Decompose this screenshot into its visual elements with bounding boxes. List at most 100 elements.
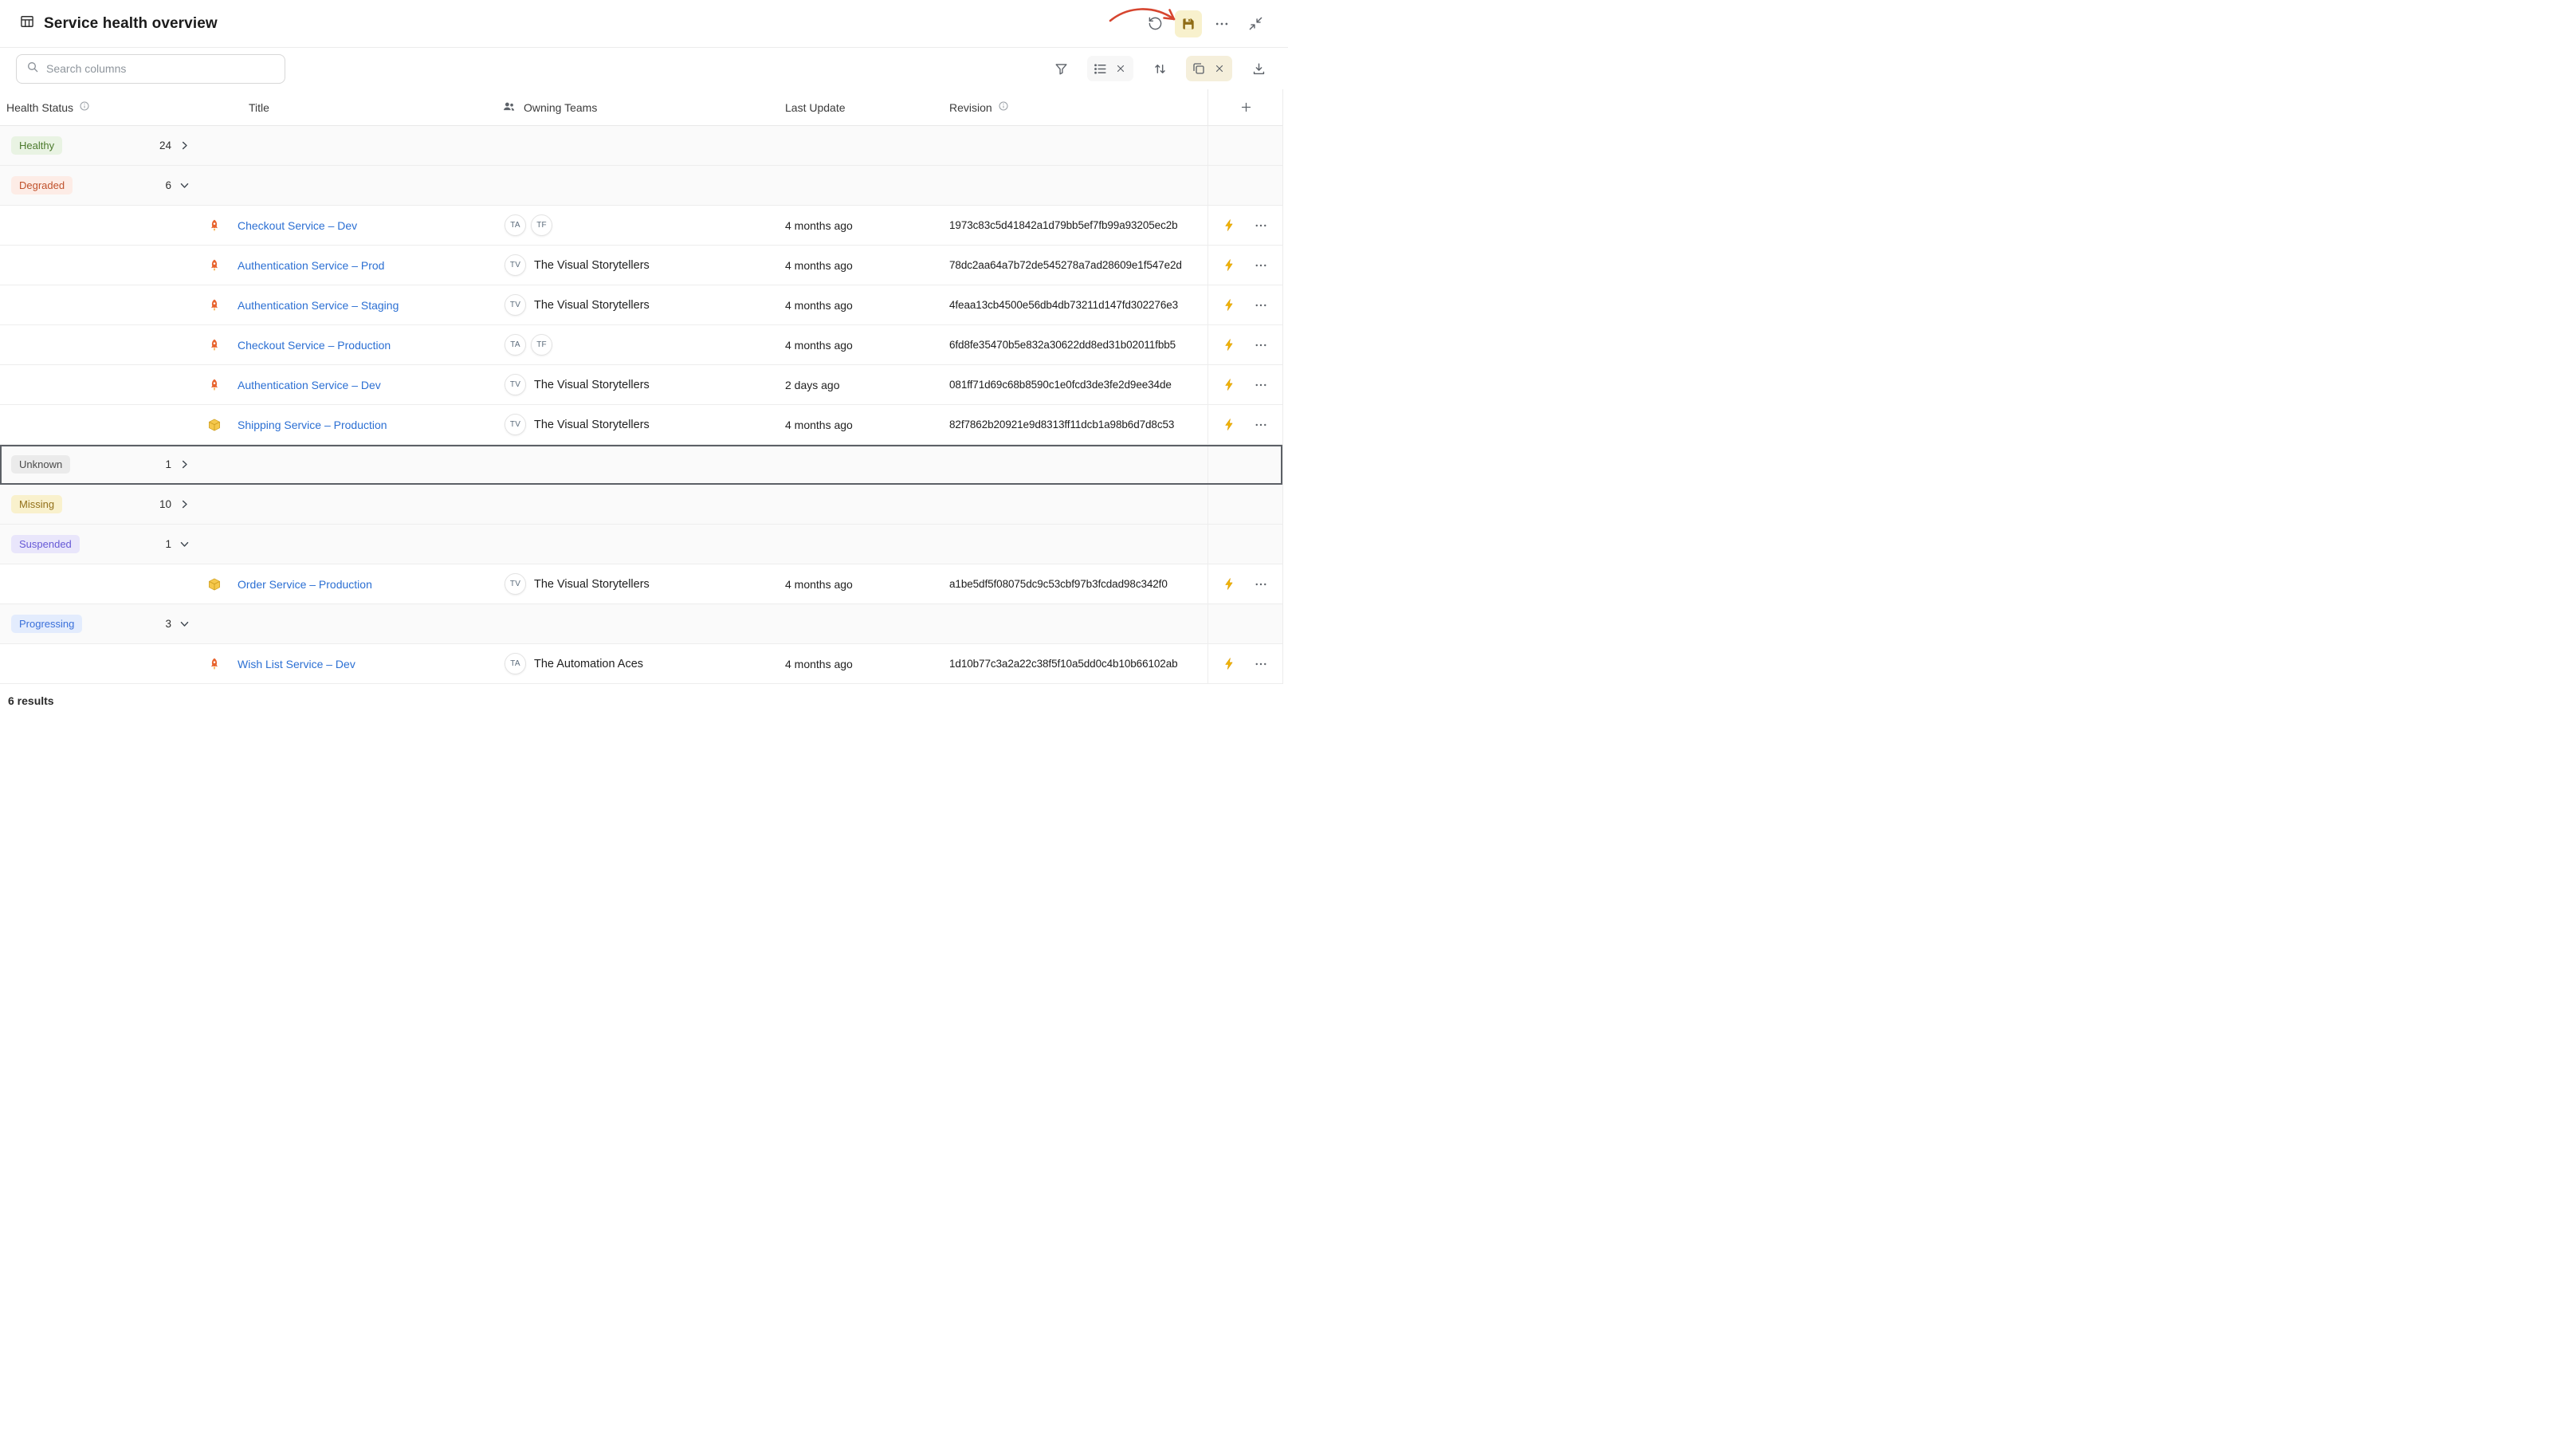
entity-link[interactable]: Checkout Service – Production	[238, 339, 391, 352]
collapse-button[interactable]	[1242, 10, 1269, 37]
undo-button[interactable]	[1141, 10, 1168, 37]
results-footer: 6 results	[0, 684, 1288, 718]
info-icon[interactable]	[998, 100, 1009, 114]
title-cell	[201, 485, 493, 524]
run-action-icon[interactable]	[1223, 378, 1236, 391]
last-update: 4 months ago	[785, 339, 853, 352]
title-cell: Order Service – Production	[201, 564, 493, 603]
row-menu-icon[interactable]	[1254, 338, 1268, 352]
row-menu-icon[interactable]	[1254, 577, 1268, 592]
group-count: 1	[165, 538, 171, 550]
avatar: TV	[505, 294, 526, 316]
table-row[interactable]: Checkout Service – Production TATF 4 mon…	[0, 325, 1282, 365]
owning-teams-cell	[493, 604, 780, 643]
run-action-icon[interactable]	[1223, 577, 1236, 591]
avatar: TA	[505, 214, 526, 236]
app: Service health overview	[0, 0, 1288, 718]
owning-teams-cell: TV The Visual Storytellers	[493, 246, 780, 285]
table-row[interactable]: Authentication Service – Staging TV The …	[0, 285, 1282, 325]
row-menu-icon[interactable]	[1254, 218, 1268, 233]
last-update: 4 months ago	[785, 299, 853, 312]
health-status-cell	[0, 564, 201, 603]
row-menu-icon[interactable]	[1254, 378, 1268, 392]
add-column-button[interactable]	[1208, 89, 1283, 125]
run-action-icon[interactable]	[1223, 218, 1236, 232]
table-row[interactable]: Checkout Service – Dev TATF 4 months ago…	[0, 206, 1282, 246]
last-update-cell: 4 months ago	[780, 206, 944, 245]
entity-link[interactable]: Authentication Service – Prod	[238, 259, 384, 272]
health-status-cell: Missing 10	[0, 485, 201, 524]
entity-link[interactable]: Checkout Service – Dev	[238, 219, 357, 232]
entity-link[interactable]: Order Service – Production	[238, 578, 372, 591]
info-icon[interactable]	[79, 100, 90, 114]
run-action-icon[interactable]	[1223, 657, 1236, 670]
owning-teams-cell: TV The Visual Storytellers	[493, 285, 780, 324]
app-header: Service health overview	[0, 0, 1288, 48]
row-menu-icon[interactable]	[1254, 298, 1268, 313]
revision-cell	[944, 445, 1208, 484]
group-row[interactable]: Missing 10	[0, 485, 1282, 525]
title-cell: Shipping Service – Production	[201, 405, 493, 444]
run-action-icon[interactable]	[1223, 338, 1236, 352]
chevron-icon[interactable]	[179, 458, 190, 470]
run-action-icon[interactable]	[1223, 258, 1236, 272]
save-button[interactable]	[1175, 10, 1202, 37]
group-by-button[interactable]	[1090, 57, 1110, 81]
column-header-revision[interactable]: Revision	[944, 100, 1208, 114]
last-update-cell: 4 months ago	[780, 564, 944, 603]
owning-teams-cell: TV The Visual Storytellers	[493, 365, 780, 404]
entity-link[interactable]: Wish List Service – Dev	[238, 658, 355, 670]
team-name: The Visual Storytellers	[534, 419, 650, 431]
group-row[interactable]: Degraded 6	[0, 166, 1282, 206]
table-row[interactable]: Authentication Service – Dev TV The Visu…	[0, 365, 1282, 405]
entity-link[interactable]: Authentication Service – Dev	[238, 379, 381, 391]
column-header-title[interactable]: Title	[201, 101, 493, 114]
row-menu-icon[interactable]	[1254, 657, 1268, 671]
sort-button[interactable]	[1148, 57, 1172, 81]
group-row[interactable]: Healthy 24	[0, 126, 1282, 166]
group-row[interactable]: Progressing 3	[0, 604, 1282, 644]
status-badge: Suspended	[11, 535, 80, 554]
column-header-owning-teams[interactable]: Owning Teams	[493, 100, 780, 116]
last-update-cell: 4 months ago	[780, 644, 944, 683]
group-row[interactable]: Suspended 1	[0, 525, 1282, 564]
avatar: TA	[505, 334, 526, 356]
clear-group-by-button[interactable]	[1110, 57, 1131, 81]
status-badge: Progressing	[11, 615, 82, 634]
clear-columns-button[interactable]	[1209, 57, 1230, 81]
filter-button[interactable]	[1049, 57, 1073, 81]
microservice-icon	[207, 378, 222, 392]
last-update-cell	[780, 485, 944, 524]
download-button[interactable]	[1247, 57, 1270, 81]
more-options-button[interactable]	[1208, 10, 1235, 37]
run-action-icon[interactable]	[1223, 298, 1236, 312]
run-action-icon[interactable]	[1223, 418, 1236, 431]
search-input[interactable]	[46, 62, 275, 75]
entity-link[interactable]: Shipping Service – Production	[238, 419, 387, 431]
chevron-icon[interactable]	[179, 538, 190, 550]
chevron-icon[interactable]	[179, 498, 190, 510]
column-header-health-status[interactable]: Health Status	[0, 100, 201, 114]
team-avatars: TV	[505, 573, 526, 595]
table-row[interactable]: Shipping Service – Production TV The Vis…	[0, 405, 1282, 445]
column-header-last-update[interactable]: Last Update	[780, 101, 944, 114]
manage-columns-button[interactable]	[1188, 57, 1209, 81]
table-row[interactable]: Wish List Service – Dev TA The Automatio…	[0, 644, 1282, 684]
table-row[interactable]: Authentication Service – Prod TV The Vis…	[0, 246, 1282, 285]
row-menu-icon[interactable]	[1254, 418, 1268, 432]
team-name: The Visual Storytellers	[534, 379, 650, 391]
last-update: 4 months ago	[785, 219, 853, 232]
row-menu-icon[interactable]	[1254, 258, 1268, 273]
last-update: 4 months ago	[785, 259, 853, 272]
microservice-icon	[207, 338, 222, 352]
group-row[interactable]: Unknown 1	[0, 445, 1282, 485]
revision-cell: a1be5df5f08075dc9c53cbf97b3fcdad98c342f0	[944, 564, 1208, 603]
owning-teams-cell	[493, 445, 780, 484]
search-box[interactable]	[16, 54, 285, 84]
chevron-icon[interactable]	[179, 140, 190, 151]
table-row[interactable]: Order Service – Production TV The Visual…	[0, 564, 1282, 604]
chevron-icon[interactable]	[179, 179, 190, 191]
entity-link[interactable]: Authentication Service – Staging	[238, 299, 399, 312]
chevron-icon[interactable]	[179, 618, 190, 630]
last-update-cell	[780, 166, 944, 205]
